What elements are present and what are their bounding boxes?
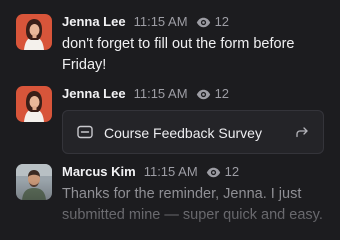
share-arrow-icon[interactable] [295,125,309,139]
view-count-value: 12 [224,164,240,179]
eye-icon [196,89,210,99]
author-name[interactable]: Marcus Kim [62,164,136,180]
author-name[interactable]: Jenna Lee [62,14,126,30]
message-text: don't forget to fill out the form before… [62,36,295,73]
message-meta: Jenna Lee 11:15 AM 12 [62,14,324,30]
message-item: Jenna Lee 11:15 AM 12 don't forget to fi… [16,14,324,74]
message-meta: Marcus Kim 11:15 AM 12 [62,164,324,180]
view-count: 12 [196,86,229,102]
eye-icon [206,167,220,177]
message-meta: Jenna Lee 11:15 AM 12 [62,86,324,102]
view-count-value: 12 [214,86,230,101]
view-count: 12 [206,164,239,180]
avatar-jenna-lee[interactable] [16,86,52,122]
view-count: 12 [196,14,229,30]
message-body: Marcus Kim 11:15 AM 12 Thanks for the re… [62,164,324,226]
eye-icon [196,17,210,27]
timestamp: 11:15 AM [133,14,188,29]
attachment-title: Course Feedback Survey [104,125,262,141]
timestamp: 11:15 AM [133,86,188,101]
chat-thread: Jenna Lee 11:15 AM 12 don't forget to fi… [0,0,340,240]
form-icon [77,125,93,139]
message-body: Jenna Lee 11:15 AM 12 Course Feedback Su… [62,86,324,154]
message-body: Jenna Lee 11:15 AM 12 don't forget to fi… [62,14,324,76]
message-item: Jenna Lee 11:15 AM 12 Course Feedback Su… [16,86,324,156]
avatar-jenna-lee[interactable] [16,14,52,50]
avatar-marcus-kim[interactable] [16,164,52,200]
view-count-value: 12 [214,14,230,29]
message-text: Thanks for the reminder, Jenna. I just s… [62,186,323,223]
attachment-card[interactable]: Course Feedback Survey [62,110,324,154]
timestamp: 11:15 AM [143,164,198,179]
message-item: Marcus Kim 11:15 AM 12 Thanks for the re… [16,164,324,234]
author-name[interactable]: Jenna Lee [62,86,126,102]
